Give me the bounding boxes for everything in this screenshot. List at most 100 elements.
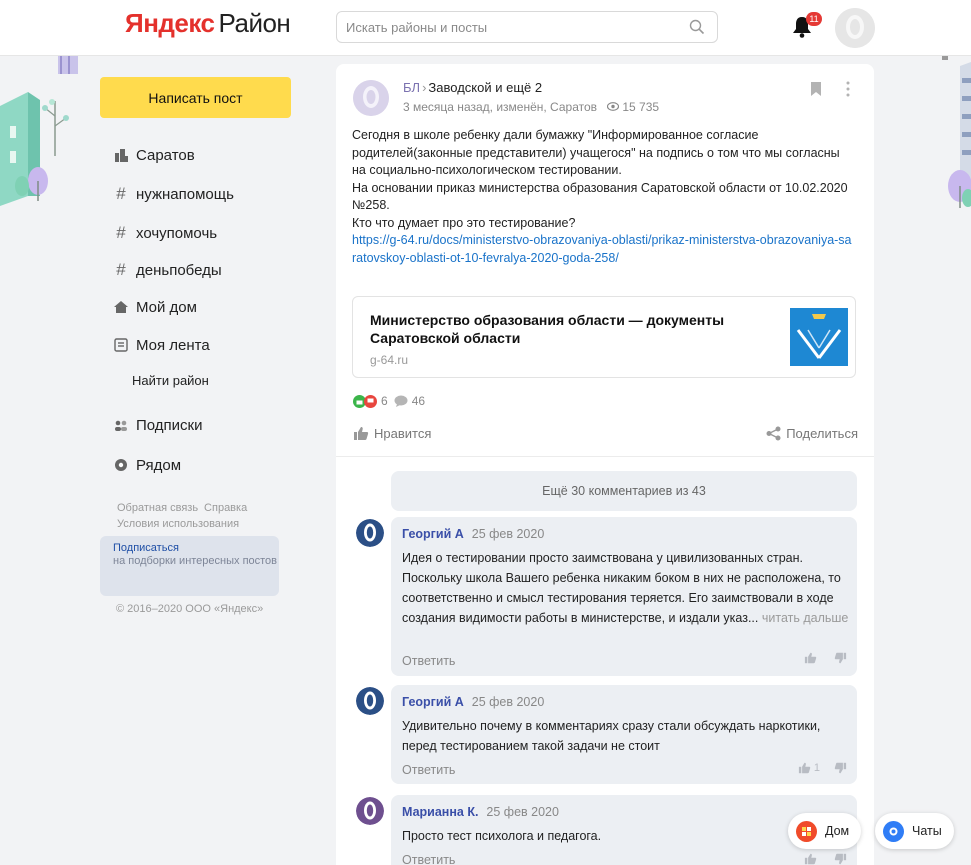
thumbs-down-icon[interactable] (834, 762, 847, 774)
sidebar-item-subscriptions[interactable]: Подписки (112, 416, 203, 434)
divider (336, 456, 874, 457)
sidebar-item-label: деньпобеды (136, 261, 222, 279)
sidebar-item-my-house[interactable]: Мой дом (112, 298, 197, 316)
comment-author[interactable]: Георгий А 25 фев 2020 (402, 527, 544, 541)
reply-button[interactable]: Ответить (402, 763, 455, 777)
avatar-placeholder-icon (353, 80, 389, 116)
sidebar-item-hashtag-help[interactable]: # нужнапомощь (112, 184, 234, 203)
eye-icon (607, 100, 620, 114)
community-name[interactable]: Заводской и ещё 2 (428, 80, 542, 95)
sidebar-item-label: Рядом (136, 456, 182, 474)
sidebar-item-label: Подписки (136, 416, 203, 434)
like-label: Нравится (374, 426, 432, 441)
home-app-icon (796, 820, 817, 842)
home-label: Дом (825, 824, 850, 838)
comment-text: Удивительно почему в комментариях сразу … (402, 716, 850, 756)
comment-body: Просто тест психолога и педагога. (402, 829, 602, 843)
city-icon (112, 146, 130, 164)
share-button[interactable]: Поделиться (766, 426, 858, 441)
load-more-comments-button[interactable]: Ещё 30 комментариев из 43 (391, 471, 857, 511)
comment-text: Просто тест психолога и педагога. (402, 826, 850, 846)
comment-author-avatar[interactable] (356, 797, 384, 825)
subscribe-link[interactable]: Подписаться (113, 542, 279, 555)
post-meta: 3 месяца назад, изменён, Саратов 15 735 (403, 100, 659, 114)
reactions-count: 6 (381, 394, 388, 408)
thumbs-up-icon (354, 427, 369, 440)
reply-button[interactable]: Ответить (402, 654, 455, 668)
hashtag-icon: # (116, 184, 126, 203)
sidebar-item-label: нужнапомощь (136, 185, 234, 203)
search-input[interactable] (337, 12, 667, 42)
search-icon[interactable] (689, 19, 705, 35)
home-floating-button[interactable]: Дом (788, 813, 862, 849)
house-icon (112, 298, 130, 316)
terms-link[interactable]: Условия использования (117, 518, 239, 530)
post-body: Сегодня в школе ребенку дали бумажку "Ин… (352, 127, 852, 267)
hashtag-icon: # (116, 223, 126, 242)
preview-title: Министерство образования области — докум… (370, 312, 725, 346)
thumbs-up-icon[interactable] (798, 762, 811, 774)
dislike-reaction-icon (364, 394, 377, 408)
post-author-avatar[interactable] (353, 80, 389, 116)
bookmark-icon[interactable] (810, 81, 822, 97)
location-icon (112, 456, 130, 474)
logo[interactable]: Яндекс Район (125, 8, 291, 39)
thumbs-up-icon[interactable] (804, 853, 817, 865)
copyright: © 2016–2020 ООО «Яндекс» (116, 603, 264, 615)
sidebar-item-my-feed[interactable]: Моя лента (112, 336, 210, 354)
sidebar-item-find-district[interactable]: Найти район (132, 373, 209, 388)
user-avatar[interactable] (835, 8, 875, 48)
avatar-placeholder-icon (356, 797, 384, 825)
subscribe-box: Подписаться на подборки интересных посто… (100, 536, 279, 596)
sidebar-item-label: Саратов (136, 146, 195, 164)
coat-of-arms-image (790, 308, 848, 366)
post-card: БЛ › Заводской и ещё 2 3 месяца назад, изм… (336, 64, 874, 865)
chevron-right-icon: › (422, 80, 427, 95)
comment-author-name: Георгий А (402, 527, 464, 541)
comment-author-avatar[interactable] (356, 687, 384, 715)
sidebar-item-label: хочупомочь (136, 224, 218, 242)
search-box (336, 11, 718, 43)
top-bar: ЯндексРайон 11 (0, 0, 971, 56)
comment-votes: 1 (798, 762, 847, 774)
comment-author[interactable]: Марианна К. 25 фев 2020 (402, 805, 559, 819)
thumbs-down-icon[interactable] (834, 853, 847, 865)
comment-card: Георгий А 25 фев 2020 Удивительно почему … (391, 685, 857, 784)
chats-floating-button[interactable]: Чаты (875, 813, 954, 849)
comment-card: Георгий А 25 фев 2020 Идея о тестировании… (391, 517, 857, 676)
comment-date: 25 фев 2020 (471, 527, 545, 541)
thumbs-down-icon[interactable] (834, 652, 847, 664)
sidebar-item-hashtag-want-help[interactable]: # хочупомочь (112, 223, 218, 242)
scenery-right-illustration (942, 56, 971, 208)
sidebar-item-hashtag-victory-day[interactable]: # деньпобеды (112, 260, 222, 279)
write-post-button[interactable]: Написать пост (100, 77, 291, 118)
sidebar-item-city[interactable]: Саратов (112, 146, 195, 164)
sidebar-item-label: Мой дом (136, 298, 197, 316)
comment-date: 25 фев 2020 (486, 805, 559, 819)
thumbs-up-icon[interactable] (804, 652, 817, 664)
feed-icon (112, 336, 130, 354)
share-icon (766, 426, 781, 441)
avatar-placeholder-icon (356, 687, 384, 715)
reactions-summary[interactable]: 6 46 (353, 394, 425, 408)
link-preview-card[interactable]: Министерство образования области — докум… (352, 296, 856, 378)
notification-badge: 11 (806, 12, 822, 26)
comment-author[interactable]: Георгий А 25 фев 2020 (402, 695, 544, 709)
like-button[interactable]: Нравится (353, 426, 431, 441)
help-link[interactable]: Справка (204, 502, 247, 514)
read-more-link[interactable]: читать дальше (762, 611, 849, 625)
comment-votes (804, 853, 847, 865)
reply-button[interactable]: Ответить (402, 853, 455, 865)
comments-count: 46 (411, 394, 426, 408)
feedback-link[interactable]: Обратная связь (117, 502, 198, 514)
community-abbr[interactable]: БЛ (403, 80, 420, 95)
more-options-icon[interactable] (846, 81, 850, 97)
chat-app-icon (883, 820, 904, 842)
post-link[interactable]: https://g-64.ru/docs/ministerstvo-obrazo… (352, 233, 852, 265)
comment-author-avatar[interactable] (356, 519, 384, 547)
comment-text: Идея о тестировании просто заимствована … (402, 548, 850, 628)
footer-links: Обратная связь Справка Условия использова… (117, 500, 253, 532)
comment-body: Удивительно почему в комментариях сразу … (402, 719, 821, 753)
sidebar-item-nearby[interactable]: Рядом (112, 456, 181, 474)
avatar-placeholder-icon (356, 519, 384, 547)
